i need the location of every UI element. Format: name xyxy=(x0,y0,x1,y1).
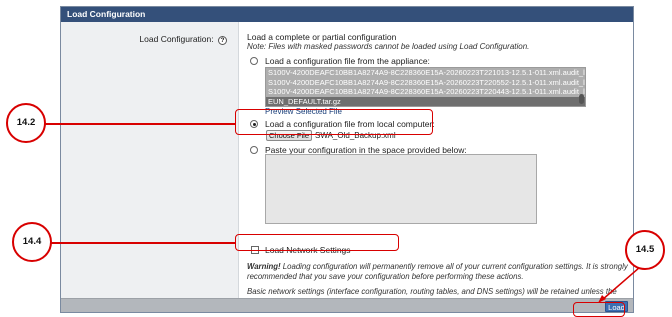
callout-badge-1: 14.2 xyxy=(6,103,46,143)
callout-arrow-3 xyxy=(598,266,641,303)
list-item[interactable]: S100V-4200DEAFC10BB1A8274A9-8C228360E15A… xyxy=(266,78,585,88)
radio-paste[interactable] xyxy=(250,146,258,154)
field-label: Load Configuration: ? xyxy=(139,34,227,45)
panel-title: Load Configuration xyxy=(61,7,633,22)
load-configuration-panel: Load Configuration Load Configuration: ?… xyxy=(60,6,634,313)
callout-badge-2: 14.4 xyxy=(12,222,52,262)
list-item[interactable]: S100V-4200DEAFC10BB1A8274A9-8C228360E15A… xyxy=(266,87,585,97)
callout-box-network-settings xyxy=(235,234,399,251)
content-area: Load a complete or partial configuration… xyxy=(247,22,631,306)
field-label-text: Load Configuration: xyxy=(139,34,214,44)
appliance-file-list[interactable]: S100V-4200DEAFC10BB1A8274A9-8C228360E15A… xyxy=(265,67,586,107)
footer-bar: Load xyxy=(61,298,633,312)
warning-prefix: Warning! xyxy=(247,262,281,271)
callout-box-local-file xyxy=(235,109,433,135)
help-icon[interactable]: ? xyxy=(218,36,227,45)
paste-config-textarea[interactable] xyxy=(265,154,537,224)
intro-note: Note: Files with masked passwords cannot… xyxy=(247,42,530,51)
label-column: Load Configuration: ? xyxy=(61,22,239,298)
intro-title: Load a complete or partial configuration xyxy=(247,32,397,42)
list-item[interactable]: S100V-4200DEAFC10BB1A8274A9-8C228360E15A… xyxy=(266,68,585,78)
callout-line-2 xyxy=(44,242,235,244)
radio-appliance[interactable] xyxy=(250,57,258,65)
warning-text: Warning! Loading configuration will perm… xyxy=(247,262,631,282)
appliance-option-label: Load a configuration file from the appli… xyxy=(265,56,430,66)
callout-line-1 xyxy=(38,123,235,125)
list-scrollbar[interactable] xyxy=(579,94,584,104)
warning-body: Loading configuration will permanently r… xyxy=(247,262,628,281)
list-item-selected[interactable]: EUN_DEFAULT.tar.gz xyxy=(266,96,585,106)
callout-badge-3: 14.5 xyxy=(625,230,665,270)
